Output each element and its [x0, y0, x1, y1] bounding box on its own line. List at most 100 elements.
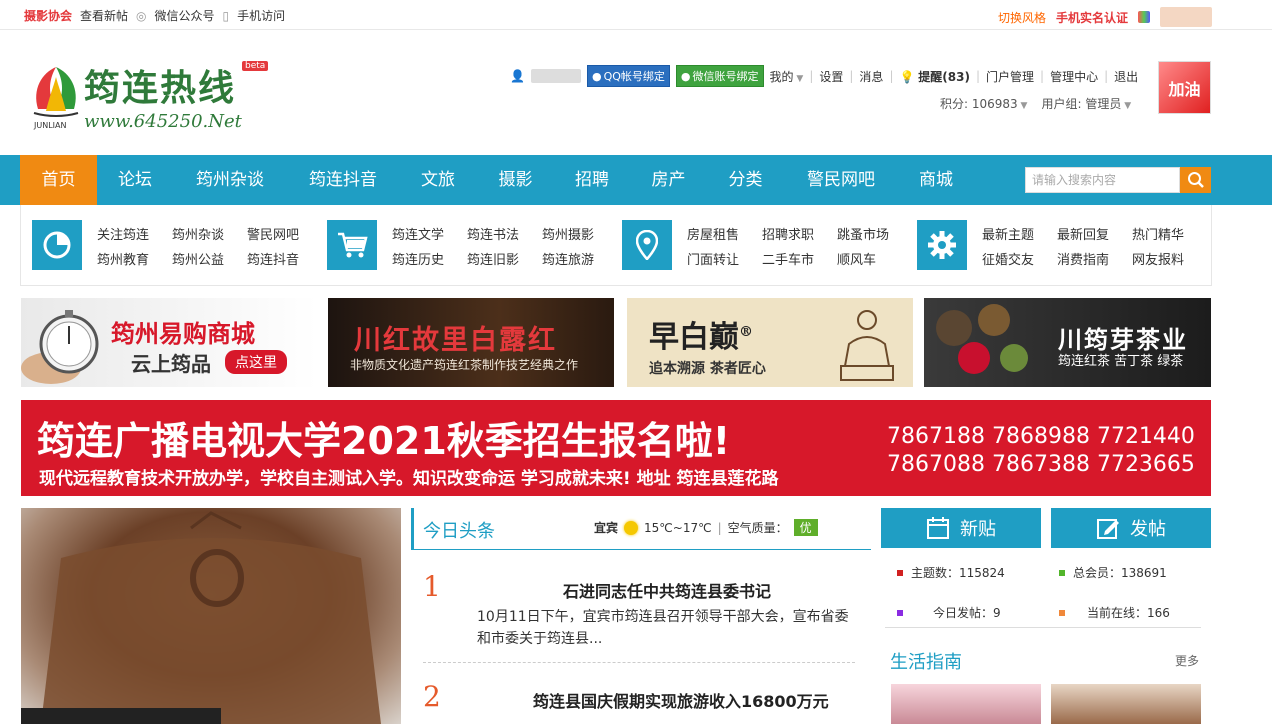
gear-icon [928, 231, 956, 259]
news-item[interactable]: 1 石进同志任中共筠连县委书记 10月11日下午，宜宾市筠连县召开领导干部大会，… [423, 570, 863, 650]
user-group-dropdown[interactable]: 用户组: 管理员 ▼ [1041, 95, 1131, 112]
link-wechat-official[interactable]: 微信公众号 [155, 7, 215, 24]
pie-chart-icon [43, 231, 71, 259]
nav-home[interactable]: 首页 [20, 155, 97, 205]
subnav-group-3 [622, 220, 672, 270]
wechat-bind-icon: ● [680, 69, 691, 83]
weather: 宜宾 15℃~17℃ | 空气质量： 优 [594, 519, 818, 536]
nav-zatan[interactable]: 筠州杂谈 [173, 155, 287, 205]
link-view-new-posts[interactable]: 查看新帖 [80, 7, 128, 24]
ad-banner-tea-red[interactable]: 川红故里白露红 非物质文化遗产筠连红茶制作技艺经典之作 [328, 298, 614, 387]
link-mobile-access[interactable]: 手机访问 [237, 7, 285, 24]
subnav-link[interactable]: 消费指南 [1057, 249, 1109, 268]
life-thumb-1[interactable] [891, 684, 1041, 724]
subnav-link[interactable]: 筠连书法 [467, 224, 519, 243]
subnav-link[interactable]: 筠州公益 [172, 249, 224, 268]
tvu-title: 筠连广播电视大学2021秋季招生报名啦! [37, 419, 731, 463]
ad-banner-chuanyun-tea[interactable]: 川筠芽茶业 筠连红茶 苦丁茶 绿茶 [924, 298, 1211, 387]
nav-douyin[interactable]: 筠连抖音 [287, 155, 399, 205]
nav-police-bar[interactable]: 警民网吧 [784, 155, 898, 205]
qq-icon: ● [591, 69, 602, 83]
subnav-link[interactable]: 筠州杂谈 [172, 224, 224, 243]
subnav-link[interactable]: 招聘求职 [762, 224, 814, 243]
nav-classified[interactable]: 分类 [707, 155, 784, 205]
news-title[interactable]: 石进同志任中共筠连县委书记 [563, 578, 771, 602]
today-header: 今日头条 宜宾 15℃~17℃ | 空气质量： 优 [411, 508, 871, 550]
nav-property[interactable]: 房产 [630, 155, 707, 205]
news-item[interactable]: 2 筠连县国庆假期实现旅游收入16800万元 [423, 680, 863, 724]
link-photo-association[interactable]: 摄影协会 [24, 7, 72, 24]
subnav-link[interactable]: 二手车市 [762, 249, 814, 268]
link-realname-auth[interactable]: 手机实名认证 [1056, 9, 1128, 26]
remind-link[interactable]: 💡 提醒(83) [899, 68, 969, 85]
avatar[interactable]: 加油 [1158, 61, 1211, 114]
subnav-link[interactable]: 房屋租售 [687, 224, 739, 243]
palette-icon[interactable] [1138, 11, 1150, 23]
news-title[interactable]: 筠连县国庆假期实现旅游收入16800万元 [533, 688, 829, 712]
stat-dot [897, 569, 903, 576]
portal-admin-link[interactable]: 门户管理 [986, 68, 1034, 85]
stat-online: 当前在线：166 [1059, 604, 1170, 621]
search-input[interactable]: 请输入搜索内容 [1025, 167, 1180, 193]
subnav-link[interactable]: 筠连抖音 [247, 249, 299, 268]
main-nav: 首页 论坛 筠州杂谈 筠连抖音 文旅 摄影 招聘 房产 分类 警民网吧 商城 请… [0, 155, 1272, 205]
air-quality-badge: 优 [793, 519, 818, 536]
subnav-link[interactable]: 筠连文学 [392, 224, 444, 243]
today-title: 今日头条 [423, 521, 495, 542]
news-divider [423, 662, 855, 663]
nav-jobs[interactable]: 招聘 [554, 155, 630, 205]
stat-dot [1059, 569, 1065, 576]
subnav-link[interactable]: 热门精华 [1132, 224, 1184, 243]
subnav-link[interactable]: 筠连旅游 [542, 249, 594, 268]
nav-mall[interactable]: 商城 [898, 155, 974, 205]
subnav-link[interactable]: 最新回复 [1057, 224, 1109, 243]
subnav-link[interactable]: 关注筠连 [97, 224, 149, 243]
create-post-tab[interactable]: 发帖 [1051, 508, 1211, 548]
subnav-link[interactable]: 筠州教育 [97, 249, 149, 268]
ad-banner-zaobaidian[interactable]: 早白巅® 追本溯源 茶者匠心 [627, 298, 913, 387]
admin-center-link[interactable]: 管理中心 [1050, 68, 1098, 85]
logout-link[interactable]: 退出 [1114, 68, 1138, 85]
qq-bind-button[interactable]: ● QQ帐号绑定 [586, 65, 670, 87]
wechat-bind-button[interactable]: ● 微信账号绑定 [675, 65, 764, 87]
weather-temp: 15℃~17℃ [644, 520, 712, 535]
life-thumb-2[interactable] [1051, 684, 1201, 724]
subnav-link[interactable]: 筠连旧影 [467, 249, 519, 268]
nav-forum[interactable]: 论坛 [97, 155, 173, 205]
subnav-link[interactable]: 顺风车 [837, 249, 876, 268]
nav-wenlv[interactable]: 文旅 [399, 155, 477, 205]
subnav-link[interactable]: 最新主题 [982, 224, 1034, 243]
logo-mark-icon [33, 67, 79, 117]
subnav-link[interactable]: 征婚交友 [982, 249, 1034, 268]
subnav-link[interactable]: 筠连历史 [392, 249, 444, 268]
subnav-link[interactable]: 门面转让 [687, 249, 739, 268]
featured-photo[interactable] [21, 508, 401, 724]
banner-tea-title: 川红故里白露红 [354, 325, 557, 356]
stat-dot [1059, 609, 1065, 616]
banner-zbd-sub: 追本溯源 茶者匠心 [649, 361, 766, 377]
messages-link[interactable]: 消息 [859, 68, 883, 85]
site-logo[interactable]: 筠连热线 beta www.645250.Net JUNLIAN [28, 53, 269, 133]
settings-link[interactable]: 设置 [819, 68, 843, 85]
nav-photo[interactable]: 摄影 [477, 155, 554, 205]
news-desc: 10月11日下午，宜宾市筠连县召开领导干部大会，宣布省委和市委关于筠连县... [477, 609, 849, 647]
subnav-link[interactable]: 跳蚤市场 [837, 224, 889, 243]
search-button[interactable] [1180, 167, 1211, 193]
header: 筠连热线 beta www.645250.Net JUNLIAN 👤 ● QQ帐号… [0, 31, 1272, 155]
link-switch-style[interactable]: 切换风格 [998, 9, 1046, 26]
cart-icon [338, 232, 368, 258]
stat-threads: 主题数：115824 [897, 564, 1005, 581]
more-link[interactable]: 更多 [1175, 652, 1199, 669]
ad-banner-tv-university[interactable]: 筠连广播电视大学2021秋季招生报名啦! 现代远程教育技术开放办学，学校自主测试… [21, 400, 1211, 496]
my-menu[interactable]: 我的 ▼ [770, 68, 804, 85]
search-icon [1187, 172, 1204, 188]
subnav-link[interactable]: 网友报料 [1132, 249, 1184, 268]
new-posts-tab[interactable]: 新贴 [881, 508, 1041, 548]
ad-banner-mall[interactable]: 筠州易购商城 云上筠品 点这里 [21, 298, 317, 387]
subnav-group-1 [32, 220, 82, 270]
banner-mall-button[interactable]: 点这里 [225, 350, 287, 374]
points-dropdown[interactable]: 积分: 106983 ▼ [940, 95, 1027, 112]
today-headlines: 今日头条 宜宾 15℃~17℃ | 空气质量： 优 1 石进同志任中共筠连县委书… [411, 508, 871, 724]
subnav-link[interactable]: 筠州摄影 [542, 224, 594, 243]
subnav-link[interactable]: 警民网吧 [247, 224, 299, 243]
